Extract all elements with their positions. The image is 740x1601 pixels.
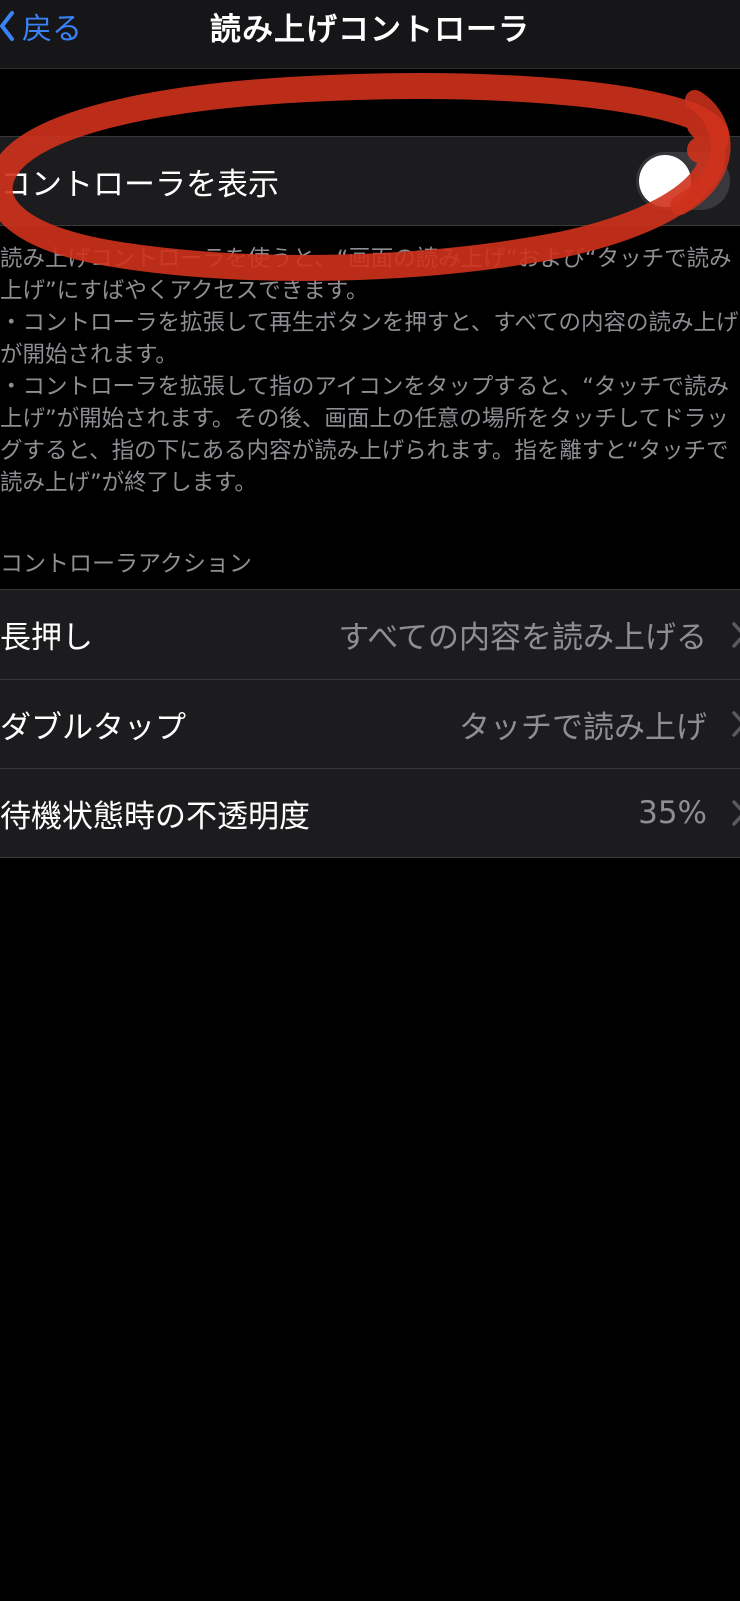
action-row-long-press[interactable]: 長押し すべての内容を読み上げる bbox=[0, 590, 740, 679]
chevron-right-icon bbox=[732, 800, 740, 826]
chevron-right-icon bbox=[732, 711, 740, 737]
section-header-controller-actions: コントローラアクション bbox=[0, 551, 252, 577]
action-value: 35% bbox=[638, 795, 707, 831]
show-controller-label: コントローラを表示 bbox=[0, 166, 279, 203]
action-label: 待機状態時の不透明度 bbox=[0, 798, 310, 835]
action-value: タッチで読み上げ bbox=[459, 709, 707, 746]
controller-actions-group: 長押し すべての内容を読み上げる ダブルタップ タッチで読み上げ 待機状態時の不… bbox=[0, 589, 740, 858]
description-footer: 読み上げコントローラを使うと、“画面の読み上げ”および“タッチで読み上げ”にすば… bbox=[0, 243, 740, 499]
chevron-right-icon bbox=[732, 621, 740, 648]
action-value: すべての内容を読み上げる bbox=[338, 620, 707, 656]
show-controller-toggle[interactable] bbox=[636, 152, 730, 210]
action-label: ダブルタップ bbox=[0, 709, 186, 746]
description-paragraph: 読み上げコントローラを使うと、“画面の読み上げ”および“タッチで読み上げ”にすば… bbox=[0, 246, 732, 304]
show-controller-row[interactable]: コントローラを表示 bbox=[0, 137, 740, 225]
action-label: 長押し bbox=[0, 620, 93, 656]
action-row-double-tap[interactable]: ダブルタップ タッチで読み上げ bbox=[0, 679, 740, 768]
show-controller-group: コントローラを表示 bbox=[0, 136, 740, 226]
action-row-idle-opacity[interactable]: 待機状態時の不透明度 35% bbox=[0, 768, 740, 857]
toggle-knob bbox=[639, 155, 691, 207]
page-title: 読み上げコントローラ bbox=[210, 12, 530, 48]
navigation-bar: 戻る 読み上げコントローラ bbox=[0, 0, 740, 69]
description-bullet: ・コントローラを拡張して再生ボタンを押すと、すべての内容の読み上げが開始されます… bbox=[0, 310, 739, 368]
description-bullet: ・コントローラを拡張して指のアイコンをタップすると、“タッチで読み上げ”が開始さ… bbox=[0, 374, 729, 496]
